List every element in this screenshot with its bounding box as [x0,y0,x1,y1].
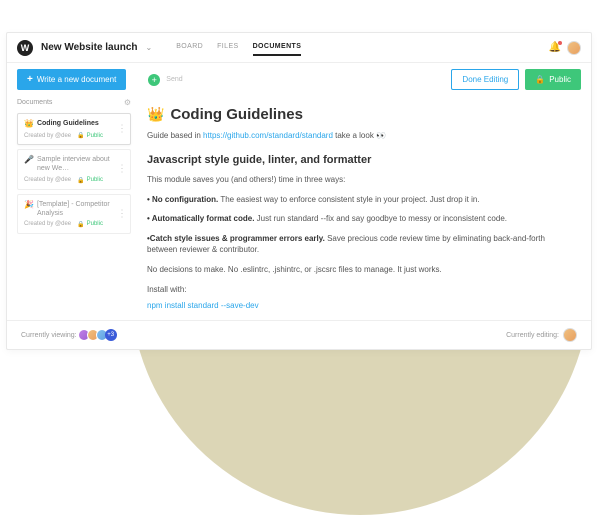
bullet-3: •Catch style issues & programmer errors … [147,233,571,256]
tabs: BOARD FILES DOCUMENTS [176,39,301,56]
badge-text: Public [87,133,103,139]
page-title: 👑 Coding Guidelines [147,106,571,123]
doc-card[interactable]: 🎤 Sample interview about new We… Created… [17,149,131,189]
doc-creator: Created by @dee [24,177,71,183]
doc-card-active[interactable]: 👑 Coding Guidelines Created by @dee 🔒 Pu… [17,113,131,145]
done-editing-button[interactable]: Done Editing [451,69,519,90]
sidebar-header: Documents ⚙ [17,96,131,109]
doc-creator: Created by @dee [24,221,71,227]
badge-text: Public [87,177,103,183]
public-button[interactable]: 🔒 Public [525,69,581,90]
tab-board[interactable]: BOARD [176,39,203,56]
paragraph: Install with: [147,284,571,296]
doc-badge: 🔒 Public [77,221,103,228]
page-title-text: Coding Guidelines [170,106,303,123]
doc-meta: Created by @dee 🔒 Public [24,132,124,139]
doc-badge: 🔒 Public [77,132,103,139]
doc-card[interactable]: 🎉 [Template] - Competitor Analysis Creat… [17,194,131,234]
kebab-icon[interactable]: ⋮ [117,127,127,132]
mic-icon: 🎤 [24,155,34,173]
crown-icon: 👑 [24,119,34,129]
paragraph: This module saves you (and others!) time… [147,174,571,186]
editing-label: Currently editing: [506,332,559,339]
lock-icon: 🔒 [535,75,545,84]
doc-creator: Created by @dee [24,133,71,139]
doc-title-text: Coding Guidelines [37,119,99,129]
viewing-section: Currently viewing: +3 [21,329,117,341]
lock-icon: 🔒 [77,132,84,139]
editor-avatar[interactable] [563,328,577,342]
avatar-group[interactable]: +3 [81,329,117,341]
doc-title-text: [Template] - Competitor Analysis [37,200,124,218]
doc-badge: 🔒 Public [77,177,103,184]
bullet-2: • Automatically format code. Just run st… [147,213,571,225]
sidebar-heading: Documents [17,99,52,106]
doc-title: 🎉 [Template] - Competitor Analysis [24,200,124,218]
tab-documents[interactable]: DOCUMENTS [253,39,302,56]
toolbar-right: Done Editing 🔒 Public [451,69,581,90]
app-logo[interactable]: W [17,40,33,56]
user-avatar[interactable] [567,41,581,55]
bullet-1: • No configuration. The easiest way to e… [147,194,571,206]
more-viewers-badge[interactable]: +3 [105,329,117,341]
party-icon: 🎉 [24,200,34,218]
content: 👑 Coding Guidelines Guide based in https… [137,96,591,320]
send-box: + Send [148,74,445,86]
viewing-label: Currently viewing: [21,332,77,339]
write-label: Write a new document [37,75,116,84]
public-label: Public [549,75,571,84]
app-window: W New Website launch ⌄ BOARD FILES DOCUM… [6,32,592,350]
section-heading: Javascript style guide, linter, and form… [147,154,571,166]
lock-icon: 🔒 [77,221,84,228]
write-document-button[interactable]: + Write a new document [17,69,126,90]
doc-title-text: Sample interview about new We… [37,155,124,173]
standard-link[interactable]: https://github.com/standard/standard [203,131,333,140]
chevron-down-icon[interactable]: ⌄ [146,43,153,52]
sidebar: Documents ⚙ 👑 Coding Guidelines Created … [7,96,137,320]
intro-text: Guide based in https://github.com/standa… [147,131,571,140]
kebab-icon[interactable]: ⋮ [117,167,127,172]
install-command: npm install standard --save-dev [147,301,571,310]
notifications-icon[interactable]: 🔔 [549,42,561,53]
send-label: Send [166,76,182,83]
send-plus-icon[interactable]: + [148,74,160,86]
doc-meta: Created by @dee 🔒 Public [24,221,124,228]
kebab-icon[interactable]: ⋮ [117,211,127,216]
badge-text: Public [87,221,103,227]
gear-icon[interactable]: ⚙ [124,98,131,107]
topbar: W New Website launch ⌄ BOARD FILES DOCUM… [7,33,591,63]
doc-title: 👑 Coding Guidelines [24,119,124,129]
tab-files[interactable]: FILES [217,39,238,56]
editing-section: Currently editing: [506,328,577,342]
toolbar: + Write a new document + Send Done Editi… [7,63,591,96]
doc-title: 🎤 Sample interview about new We… [24,155,124,173]
body: Documents ⚙ 👑 Coding Guidelines Created … [7,96,591,320]
doc-meta: Created by @dee 🔒 Public [24,177,124,184]
footer: Currently viewing: +3 Currently editing: [7,320,591,349]
plus-icon: + [27,74,33,85]
crown-icon: 👑 [147,106,164,123]
topbar-right: 🔔 [549,41,581,55]
paragraph: No decisions to make. No .eslintrc, .jsh… [147,264,571,276]
lock-icon: 🔒 [77,177,84,184]
project-title: New Website launch [41,42,138,53]
